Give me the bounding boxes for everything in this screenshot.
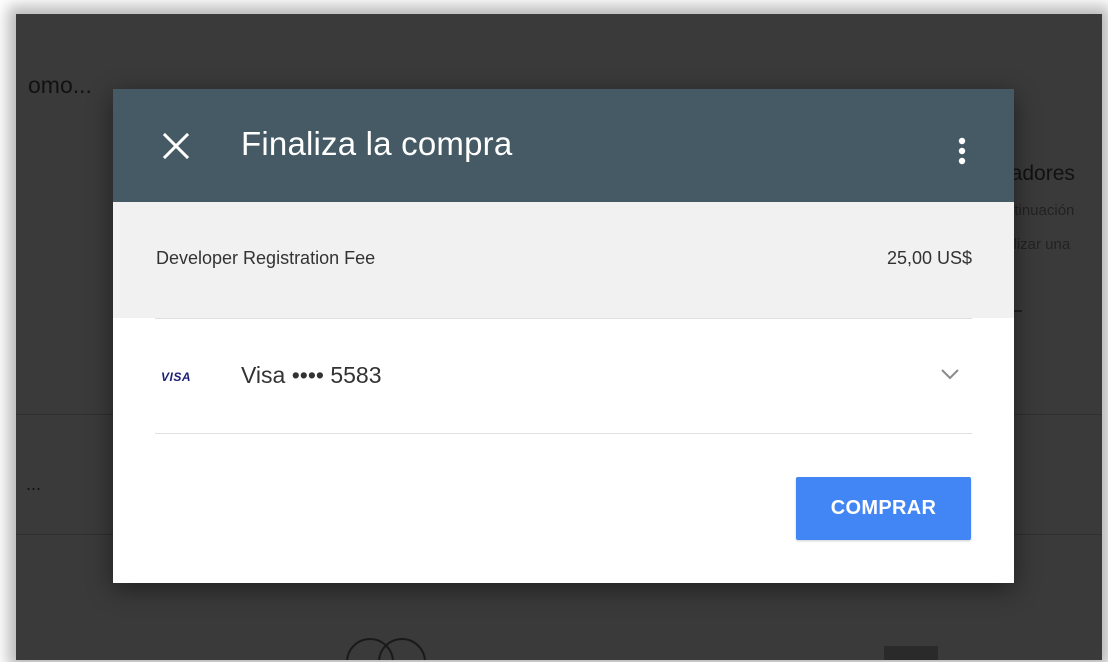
background-circle-icon [378,638,426,660]
dialog-header: Finaliza la compra [113,89,1014,202]
close-icon [162,132,190,160]
checkout-dialog: Finaliza la compra Developer Registratio… [113,89,1014,583]
background-right-text-1: ntinuación [1006,202,1075,219]
background-block [884,646,938,660]
divider [155,433,972,434]
order-summary-row: Developer Registration Fee 25,00 US$ [113,202,1014,318]
background-title: omo... [28,72,92,98]
background-ellipsis: ... [26,474,42,494]
more-vert-icon [958,137,966,165]
payment-method-selector[interactable]: VISA Visa •••• 5583 [113,319,1014,433]
item-label: Developer Registration Fee [156,248,376,268]
item-amount: 25,00 US$ [886,248,972,268]
more-options-button[interactable] [949,133,975,169]
background-right-title: ladores [1006,162,1075,185]
dialog-title: Finaliza la compra [241,125,513,162]
visa-logo-icon: VISA [161,370,192,384]
card-label: Visa •••• 5583 [241,362,382,388]
close-button[interactable] [159,129,193,163]
chevron-down-icon[interactable] [939,367,961,381]
buy-button[interactable]: COMPRAR [796,477,971,540]
background-right-text-2: tilizar una [1006,236,1071,253]
